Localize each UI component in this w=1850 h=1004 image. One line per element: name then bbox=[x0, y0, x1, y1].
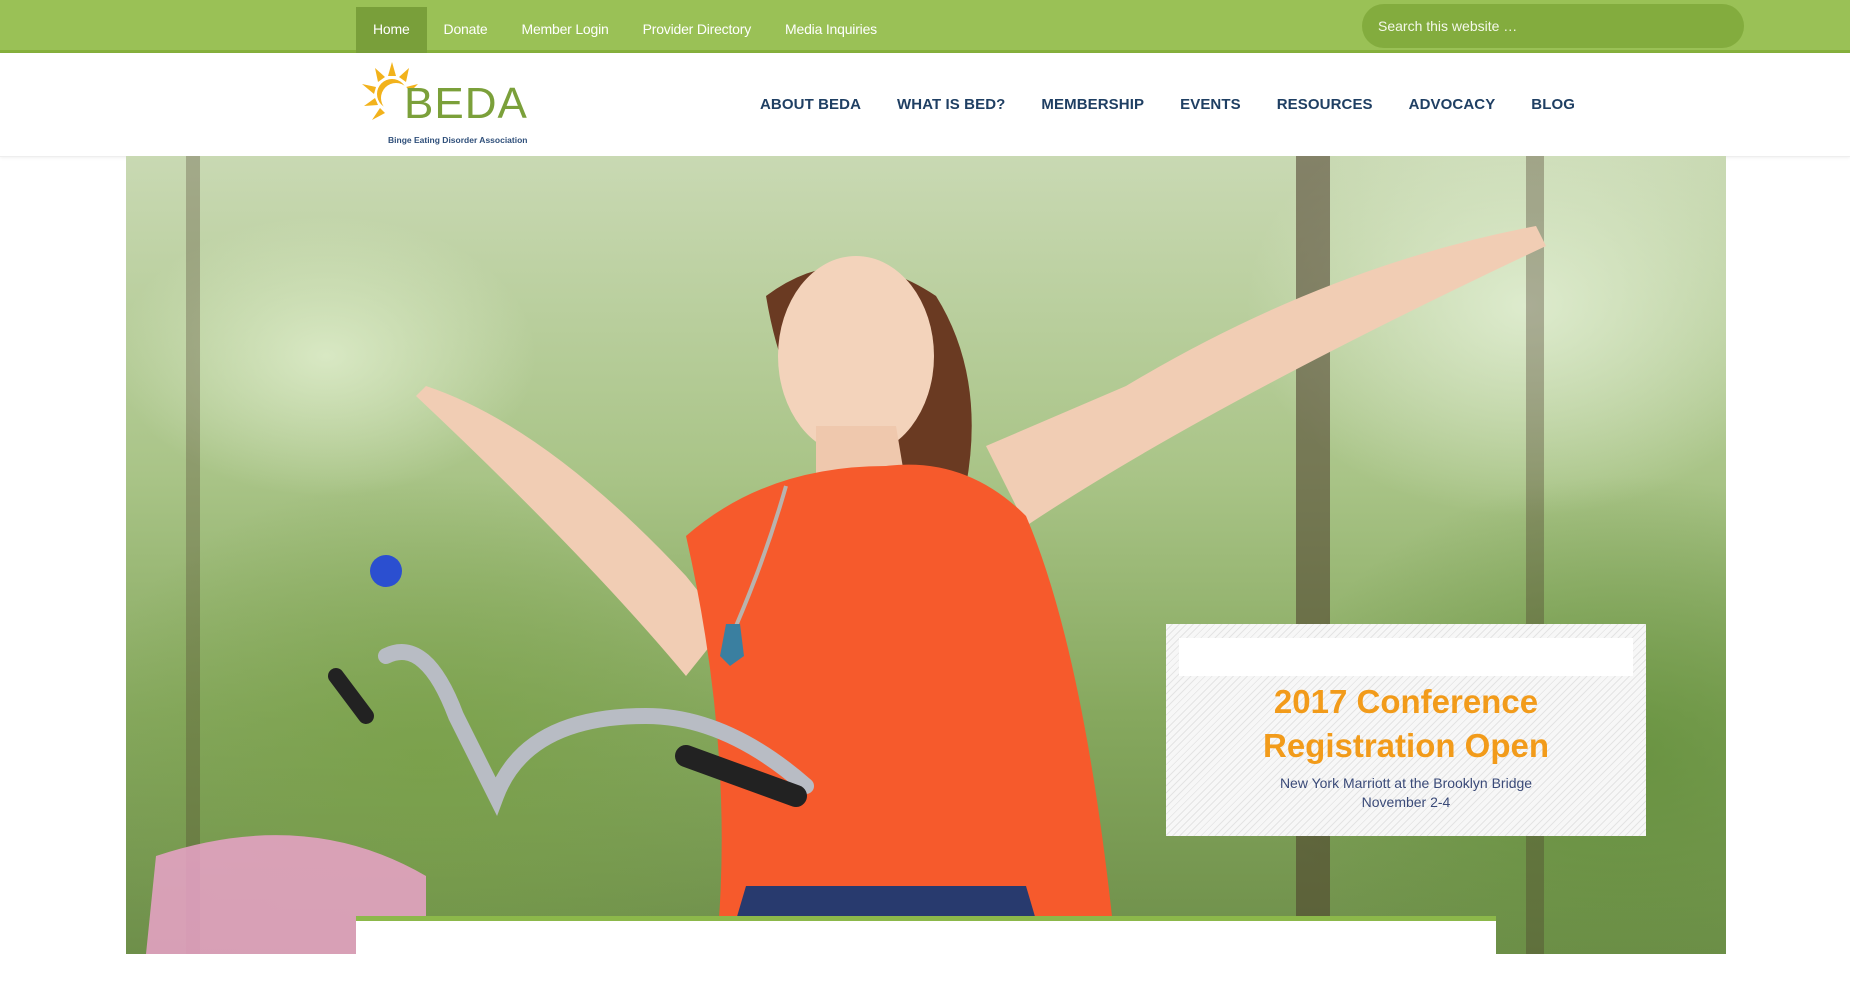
nav-blog[interactable]: BLOG bbox=[1513, 96, 1593, 113]
top-nav: Home Donate Member Login Provider Direct… bbox=[356, 7, 894, 53]
nav-about-beda[interactable]: ABOUT BEDA bbox=[742, 96, 879, 113]
promo-dates: November 2-4 bbox=[1361, 794, 1451, 810]
promo-banner-strip bbox=[1179, 638, 1633, 676]
conference-promo-box: 2017 Conference Registration Open New Yo… bbox=[1166, 624, 1646, 836]
top-nav-media-inquiries[interactable]: Media Inquiries bbox=[768, 7, 894, 53]
top-nav-member-login[interactable]: Member Login bbox=[505, 7, 626, 53]
promo-title[interactable]: 2017 Conference Registration Open bbox=[1176, 680, 1636, 768]
search-input[interactable] bbox=[1362, 4, 1744, 48]
top-nav-provider-directory[interactable]: Provider Directory bbox=[626, 7, 768, 53]
promo-details: New York Marriott at the Brooklyn Bridge… bbox=[1176, 774, 1636, 812]
logo-wordmark: BEDA bbox=[404, 79, 528, 128]
nav-advocacy[interactable]: ADVOCACY bbox=[1391, 96, 1514, 113]
logo-tagline: Binge Eating Disorder Association bbox=[388, 135, 528, 145]
nav-events[interactable]: EVENTS bbox=[1162, 96, 1259, 113]
main-nav: ABOUT BEDA WHAT IS BED? MEMBERSHIP EVENT… bbox=[742, 53, 1593, 156]
site-header: BEDA Binge Eating Disorder Association A… bbox=[0, 53, 1850, 157]
nav-what-is-bed[interactable]: WHAT IS BED? bbox=[879, 96, 1023, 113]
hero-image: 2017 Conference Registration Open New Yo… bbox=[126, 156, 1726, 954]
nav-resources[interactable]: RESOURCES bbox=[1259, 96, 1391, 113]
site-logo[interactable]: BEDA Binge Eating Disorder Association bbox=[362, 62, 532, 152]
top-nav-donate[interactable]: Donate bbox=[427, 7, 505, 53]
content-panel bbox=[356, 916, 1496, 1004]
promo-venue: New York Marriott at the Brooklyn Bridge bbox=[1279, 775, 1533, 791]
nav-membership[interactable]: MEMBERSHIP bbox=[1023, 96, 1162, 113]
top-nav-home[interactable]: Home bbox=[356, 7, 427, 53]
content-ledge bbox=[126, 954, 356, 1004]
top-utility-bar: Home Donate Member Login Provider Direct… bbox=[0, 0, 1850, 53]
